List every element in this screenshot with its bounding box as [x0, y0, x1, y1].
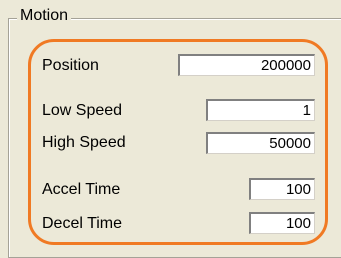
decel-time-label: Decel Time	[42, 215, 123, 232]
position-label: Position	[42, 57, 99, 74]
low-speed-field[interactable]: 1	[206, 99, 315, 121]
low-speed-label: Low Speed	[42, 102, 123, 119]
accel-time-field[interactable]: 100	[249, 178, 315, 200]
high-speed-label: High Speed	[42, 134, 126, 151]
position-field[interactable]: 200000	[178, 54, 315, 76]
decel-time-field[interactable]: 100	[249, 212, 315, 234]
high-speed-field[interactable]: 50000	[206, 132, 315, 154]
accel-time-label: Accel Time	[42, 181, 121, 198]
motion-group-title: Motion	[17, 6, 72, 26]
